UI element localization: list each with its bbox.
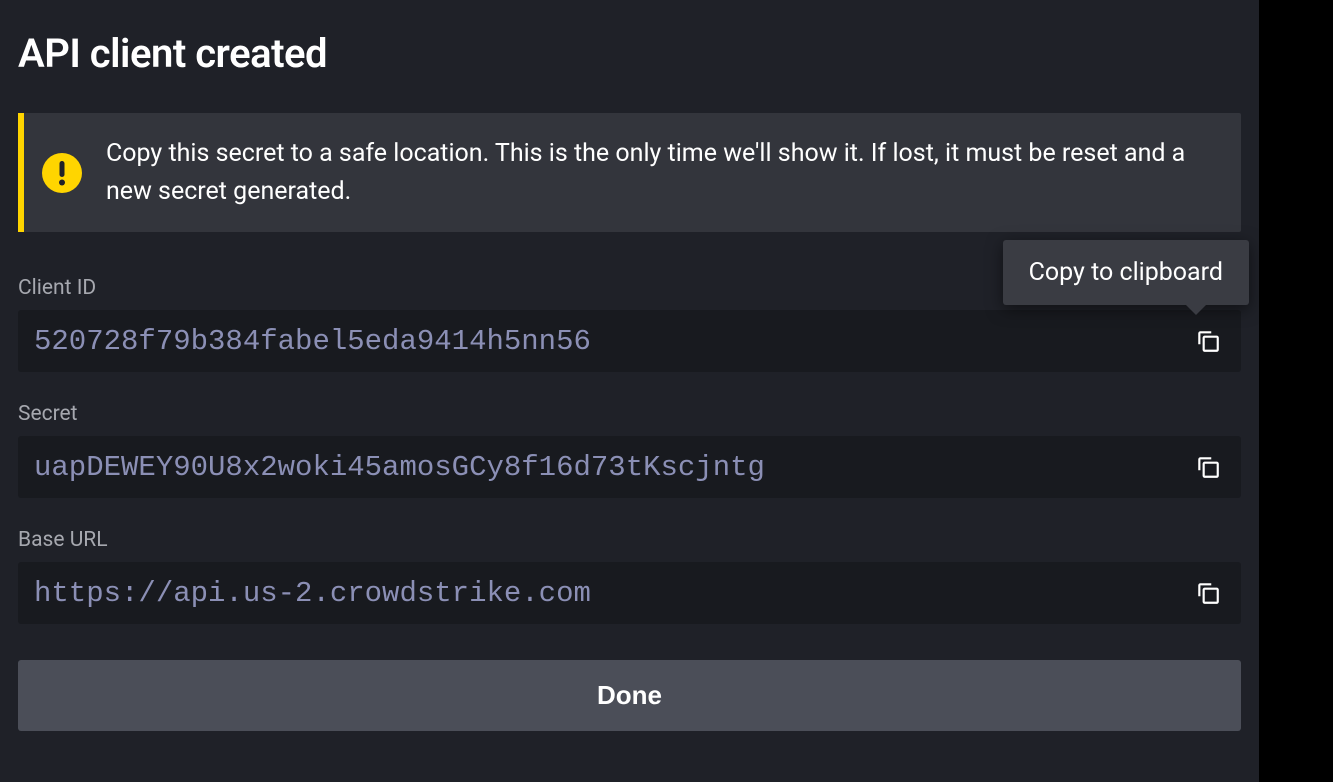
base-url-value: https://api.us-2.crowdstrike.com: [34, 577, 591, 610]
copy-client-id-button[interactable]: [1191, 324, 1225, 358]
copy-secret-button[interactable]: [1191, 450, 1225, 484]
base-url-field: Base URL https://api.us-2.crowdstrike.co…: [18, 528, 1241, 624]
secret-row: uapDEWEY90U8x2woki45amosGCy8f16d73tKscjn…: [18, 436, 1241, 498]
secret-value: uapDEWEY90U8x2woki45amosGCy8f16d73tKscjn…: [34, 451, 765, 484]
warning-icon: [42, 153, 82, 193]
secret-label: Secret: [18, 402, 1241, 426]
warning-alert: Copy this secret to a safe location. Thi…: [18, 113, 1241, 232]
copy-icon: [1195, 454, 1221, 480]
client-id-row: 520728f79b384fabel5eda9414h5nn56: [18, 310, 1241, 372]
api-client-modal: API client created Copy this secret to a…: [0, 0, 1259, 782]
done-button[interactable]: Done: [18, 660, 1241, 731]
copy-icon: [1195, 328, 1221, 354]
copy-tooltip: Copy to clipboard: [1003, 240, 1249, 305]
secret-field: Secret uapDEWEY90U8x2woki45amosGCy8f16d7…: [18, 402, 1241, 498]
base-url-row: https://api.us-2.crowdstrike.com: [18, 562, 1241, 624]
copy-base-url-button[interactable]: [1191, 576, 1225, 610]
copy-icon: [1195, 580, 1221, 606]
client-id-value: 520728f79b384fabel5eda9414h5nn56: [34, 325, 591, 358]
base-url-label: Base URL: [18, 528, 1241, 552]
warning-message: Copy this secret to a safe location. Thi…: [106, 135, 1213, 210]
modal-title: API client created: [18, 30, 1241, 77]
